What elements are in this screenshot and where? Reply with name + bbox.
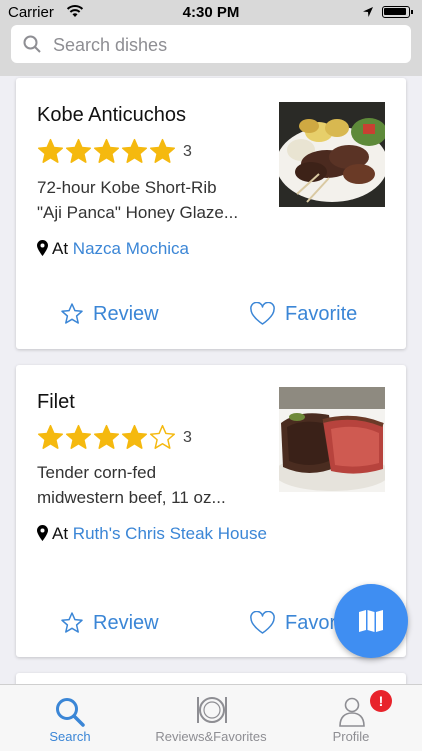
dish-description: 72-hour Kobe Short-Rib "Aji Panca" Honey… [37,178,239,222]
status-bar: Carrier 4:30 PM [0,0,422,24]
location-arrow-icon [362,5,374,23]
review-button[interactable]: Review [60,611,159,635]
location-prefix: At [52,524,69,543]
star-filled-icon [37,424,64,449]
dish-location: At Ruth's Chris Steak House [37,521,267,548]
star-empty-icon [149,424,176,449]
star-filled-icon [121,424,148,449]
review-label: Review [93,302,159,325]
heart-outline-icon [250,611,275,634]
tab-label: Profile [332,729,370,744]
clock: 4:30 PM [182,4,240,21]
star-filled-icon [93,424,120,449]
location-pin-icon [37,238,48,263]
dish-name: Kobe Anticuchos [37,104,186,126]
tab-reviews-favorites[interactable]: Reviews&Favorites [141,685,281,751]
tab-bar: Search Reviews&Favorites Profile ! [0,684,422,751]
restaurant-link[interactable]: Nazca Mochica [73,239,189,258]
location-pin-icon [37,523,48,548]
person-icon [339,697,365,732]
dish-card[interactable] [16,673,406,684]
star-filled-icon [93,138,120,163]
plate-icon [196,695,228,730]
rating-count: 3 [183,429,192,446]
tab-label: Search [49,729,91,744]
star-filled-icon [65,138,92,163]
tab-label: Reviews&Favorites [155,729,267,744]
star-outline-icon [61,303,83,324]
star-filled-icon [65,424,92,449]
search-header [0,24,422,76]
rating-stars [37,424,177,451]
star-outline-icon [61,612,83,633]
dish-description: Tender corn-fed midwestern beef, 11 oz..… [37,463,226,507]
dish-photo [279,387,385,492]
rating-count: 3 [183,143,192,160]
dish-location: At Nazca Mochica [37,236,267,263]
magnifier-icon [55,697,85,732]
star-filled-icon [37,138,64,163]
map-view-button[interactable] [334,584,408,658]
restaurant-link[interactable]: Ruth's Chris Steak House [73,524,267,543]
search-input[interactable] [51,25,395,65]
heart-outline-icon [250,302,275,325]
favorite-button[interactable]: Favorite [249,302,357,326]
star-filled-icon [121,138,148,163]
tab-search[interactable]: Search [25,685,115,751]
dish-card[interactable]: Kobe Anticuchos 3 72-hour Kobe Short-Rib… [16,78,406,349]
battery-icon [382,6,413,18]
rating-stars [37,138,177,165]
search-icon [23,35,41,58]
favorite-label: Favorite [285,302,358,325]
dish-photo [279,102,385,207]
search-bar[interactable] [11,25,411,65]
review-label: Review [93,611,159,634]
review-button[interactable]: Review [60,302,159,326]
dish-name: Filet [37,391,75,413]
map-icon [359,610,383,632]
star-filled-icon [149,138,176,163]
notification-badge: ! [370,690,392,712]
location-prefix: At [52,239,69,258]
